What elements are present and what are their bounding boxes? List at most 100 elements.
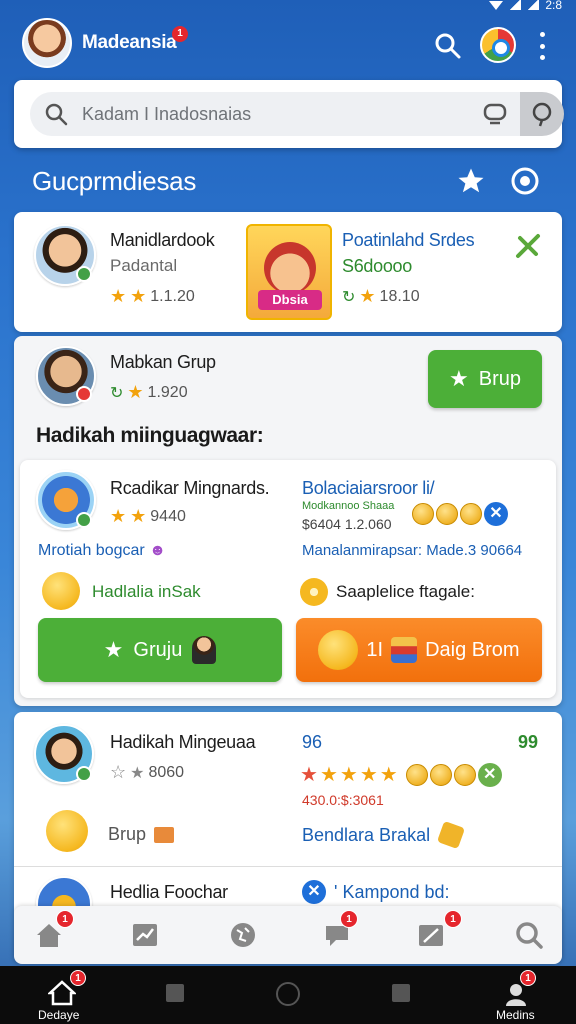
- right-title: Poatinlahd Srdes: [342, 230, 475, 250]
- lens-button[interactable]: [520, 92, 564, 136]
- card-name: Hedlia Foochar: [110, 882, 228, 902]
- search-bar: [30, 92, 564, 136]
- rating-value: 18.10: [379, 287, 420, 305]
- section-heading: Hadikah miinguagwaar:: [36, 424, 264, 447]
- cool-emoji-icon: [46, 810, 88, 852]
- more-icon[interactable]: [538, 32, 546, 60]
- star-icon: ★: [449, 366, 469, 391]
- card-name: Hadikah Mingeuaa: [110, 732, 256, 752]
- orange-button-label: Daig Brom: [425, 638, 520, 661]
- star-icon: ★: [300, 764, 318, 786]
- recent-apps-icon[interactable]: [166, 984, 184, 1002]
- app-title: Madeansia: [82, 32, 177, 53]
- status-bar: 2:8: [0, 0, 576, 14]
- card-rating: ☆ ★ 8060: [110, 762, 184, 783]
- left-link[interactable]: Mrotiah bogcar ☻: [38, 542, 166, 560]
- puzzle-icon: [436, 820, 466, 850]
- rating-value: 8060: [148, 763, 185, 781]
- character-icon: [264, 242, 316, 294]
- back-icon[interactable]: [392, 984, 410, 1002]
- profile-avatar[interactable]: [22, 18, 72, 68]
- coin-icon: [453, 763, 476, 786]
- group-card[interactable]: Manidlardook Padantal ★ ★ 1.1.20 Dbsia Po…: [14, 212, 562, 332]
- card-rating: ★ ★ 1.1.20: [110, 286, 195, 307]
- join-button[interactable]: ★ Brup: [428, 350, 542, 408]
- event-meta: Modkannoo Shaaa: [302, 500, 395, 512]
- person-icon: [192, 636, 217, 664]
- star-icon: ★: [319, 764, 338, 786]
- star-icon: ★: [130, 286, 147, 306]
- edit-icon[interactable]: [416, 920, 446, 950]
- coin-row: ✕: [412, 502, 508, 526]
- laugh-emoji-icon: [42, 572, 80, 610]
- star-icon[interactable]: [456, 166, 486, 196]
- coin-icon: [405, 763, 428, 786]
- brakal-link[interactable]: Bendlara Brakal: [302, 820, 466, 850]
- signal-icon: [527, 0, 540, 10]
- verified-icon: [76, 766, 92, 782]
- verified-icon: [76, 266, 92, 282]
- home-label: Dedaye: [38, 1008, 80, 1022]
- card-subtitle: Padantal: [110, 256, 178, 275]
- close-icon[interactable]: ✕: [484, 502, 508, 526]
- section-title: Gucprmdiesas: [32, 166, 197, 196]
- partial-right: ✕ ' Kampond bd:: [302, 880, 450, 904]
- game-thumbnail[interactable]: Dbsia: [246, 224, 332, 320]
- tools-icon[interactable]: [514, 232, 542, 260]
- search-input[interactable]: [82, 92, 452, 136]
- rating-value: 1.920: [147, 383, 188, 401]
- group-card: Mabkan Grup ↻ ★ 1.920 ★ Brup Hadikah miin…: [14, 336, 562, 706]
- card-name: Manidlardook: [110, 230, 215, 250]
- star-icon: ★: [359, 286, 376, 306]
- browser-icon[interactable]: [480, 27, 516, 63]
- gift-icon: [391, 637, 418, 663]
- event-name: Rcadikar Mingnards.: [110, 478, 270, 498]
- loop-icon: ↻: [110, 384, 124, 402]
- user-badge: 1: [520, 970, 536, 986]
- star-icon: ★: [130, 506, 147, 526]
- join-button-label: Brup: [478, 367, 521, 390]
- search-icon[interactable]: [434, 32, 462, 60]
- card-name: Mabkan Grup: [110, 352, 216, 372]
- star-icon: ★: [130, 764, 145, 782]
- group-button[interactable]: ★ Gruju: [38, 618, 282, 682]
- target-icon[interactable]: [510, 166, 540, 196]
- right-number: 99: [518, 732, 539, 752]
- search-panel: [14, 80, 564, 148]
- card-rating: ↻ ★ 1.920: [110, 382, 188, 403]
- rating-value: 1.1.20: [150, 287, 195, 305]
- globe-icon[interactable]: [228, 920, 258, 950]
- user-icon[interactable]: [504, 982, 528, 1006]
- right-subtitle: S6doooo: [342, 256, 412, 276]
- notification-badge: 1: [172, 26, 188, 42]
- verified-icon: [76, 512, 92, 528]
- chart-icon[interactable]: [130, 920, 160, 950]
- loop-icon: ↻: [342, 288, 356, 306]
- system-navigation: 1 Dedaye 1 Medins: [0, 966, 576, 1024]
- status-time: 2:8: [545, 0, 562, 12]
- star-icon: ★: [127, 382, 144, 402]
- home-button[interactable]: [276, 982, 300, 1006]
- user-label: Medins: [496, 1008, 535, 1022]
- search-icon[interactable]: [514, 920, 544, 950]
- close-icon[interactable]: ✕: [302, 880, 326, 904]
- right-link[interactable]: Manalanmirapsar: Made.3 90664: [302, 542, 522, 559]
- close-icon[interactable]: ✕: [477, 762, 502, 787]
- wifi-icon: [489, 0, 504, 10]
- smile-icon: ☻: [149, 542, 167, 559]
- event-card[interactable]: Rcadikar Mingnards. ★ ★ 9440 Bolaciaiarsr…: [20, 460, 556, 698]
- app-header: Madeansia 1: [0, 14, 576, 76]
- star-icon: ★: [103, 637, 124, 662]
- star-icon: ★: [359, 764, 378, 786]
- orange-action-button[interactable]: 1I Daig Brom: [296, 618, 542, 682]
- check-badge-icon: [300, 578, 328, 606]
- coin-icon: [436, 503, 458, 525]
- voice-icon[interactable]: [482, 102, 508, 126]
- edit-badge: 1: [444, 910, 462, 928]
- gift-icon: [154, 826, 175, 843]
- event-meta-value: $6404 1.2.060: [302, 516, 392, 532]
- rating-value: 9440: [150, 507, 186, 525]
- right-rating: ↻ ★ 18.10: [342, 286, 420, 307]
- coin-icon: [429, 763, 452, 786]
- event-rating: ★ ★ 9440: [110, 506, 186, 527]
